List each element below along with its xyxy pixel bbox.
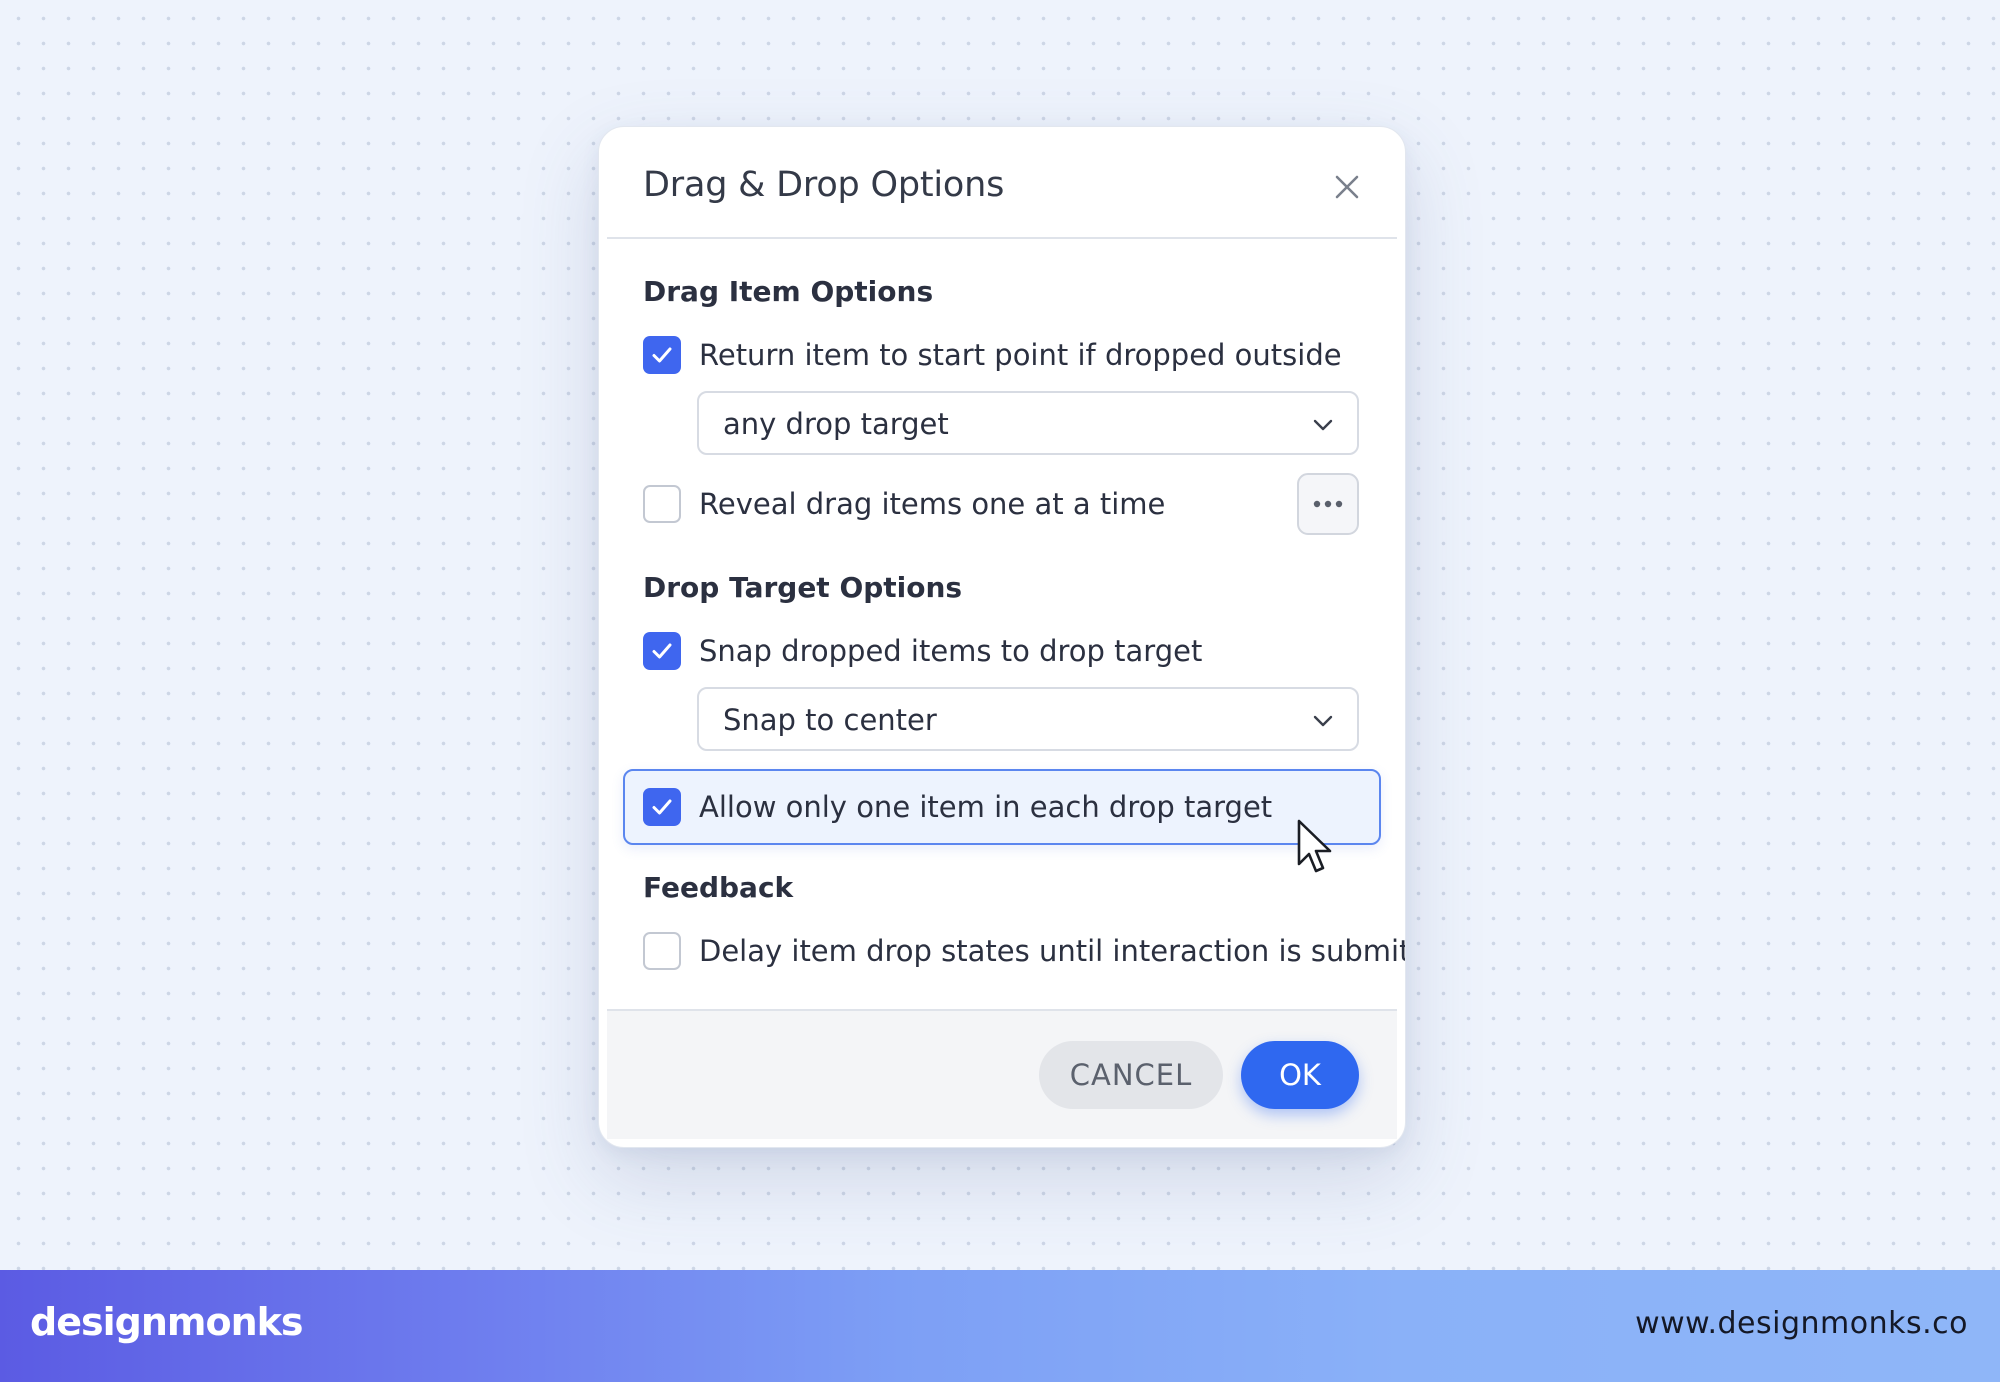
snap-items-label: Snap dropped items to drop target [699, 634, 1203, 668]
snap-items-option[interactable]: Snap dropped items to drop target [643, 630, 1202, 672]
delay-states-label: Delay item drop states until interaction… [699, 934, 1406, 968]
close-icon [1335, 175, 1359, 199]
drag-drop-options-dialog: Drag & Drop Options Drag Item Options Re… [598, 126, 1406, 1148]
one-item-checkbox[interactable] [643, 788, 681, 826]
return-target-select-value: any drop target [723, 407, 949, 441]
more-horizontal-icon [1313, 500, 1343, 508]
section-heading-drop-target: Drop Target Options [643, 571, 963, 604]
section-heading-drag-item: Drag Item Options [643, 275, 934, 308]
brand-url: www.designmonks.co [1635, 1306, 1968, 1341]
dialog-title: Drag & Drop Options [643, 165, 1005, 205]
header-divider [607, 237, 1397, 239]
chevron-down-icon [1313, 715, 1333, 727]
checkmark-icon [652, 643, 672, 659]
ok-button[interactable]: OK [1241, 1041, 1359, 1109]
reveal-items-label: Reveal drag items one at a time [699, 487, 1166, 521]
brand-footer-bar: designmonks www.designmonks.co [0, 1270, 2000, 1382]
snap-items-checkbox[interactable] [643, 632, 681, 670]
reveal-items-more-button[interactable] [1297, 473, 1359, 535]
return-item-label: Return item to start point if dropped ou… [699, 338, 1342, 372]
brand-logo: designmonks [30, 1300, 304, 1344]
delay-states-checkbox[interactable] [643, 932, 681, 970]
snap-mode-select[interactable]: Snap to center [697, 687, 1359, 751]
one-item-label: Allow only one item in each drop target [699, 790, 1273, 824]
section-heading-feedback: Feedback [643, 871, 794, 904]
close-button[interactable] [1327, 167, 1367, 207]
one-item-option[interactable]: Allow only one item in each drop target [643, 786, 1272, 828]
reveal-items-option[interactable]: Reveal drag items one at a time [643, 483, 1165, 525]
return-target-select[interactable]: any drop target [697, 391, 1359, 455]
cancel-button[interactable]: CANCEL [1039, 1041, 1223, 1109]
chevron-down-icon [1313, 419, 1333, 431]
mouse-pointer-icon [1297, 819, 1332, 873]
checkmark-icon [652, 347, 672, 363]
snap-mode-select-value: Snap to center [723, 703, 937, 737]
return-item-checkbox[interactable] [643, 336, 681, 374]
checkmark-icon [652, 799, 672, 815]
return-item-option[interactable]: Return item to start point if dropped ou… [643, 334, 1342, 376]
reveal-items-checkbox[interactable] [643, 485, 681, 523]
delay-states-option[interactable]: Delay item drop states until interaction… [643, 930, 1406, 972]
